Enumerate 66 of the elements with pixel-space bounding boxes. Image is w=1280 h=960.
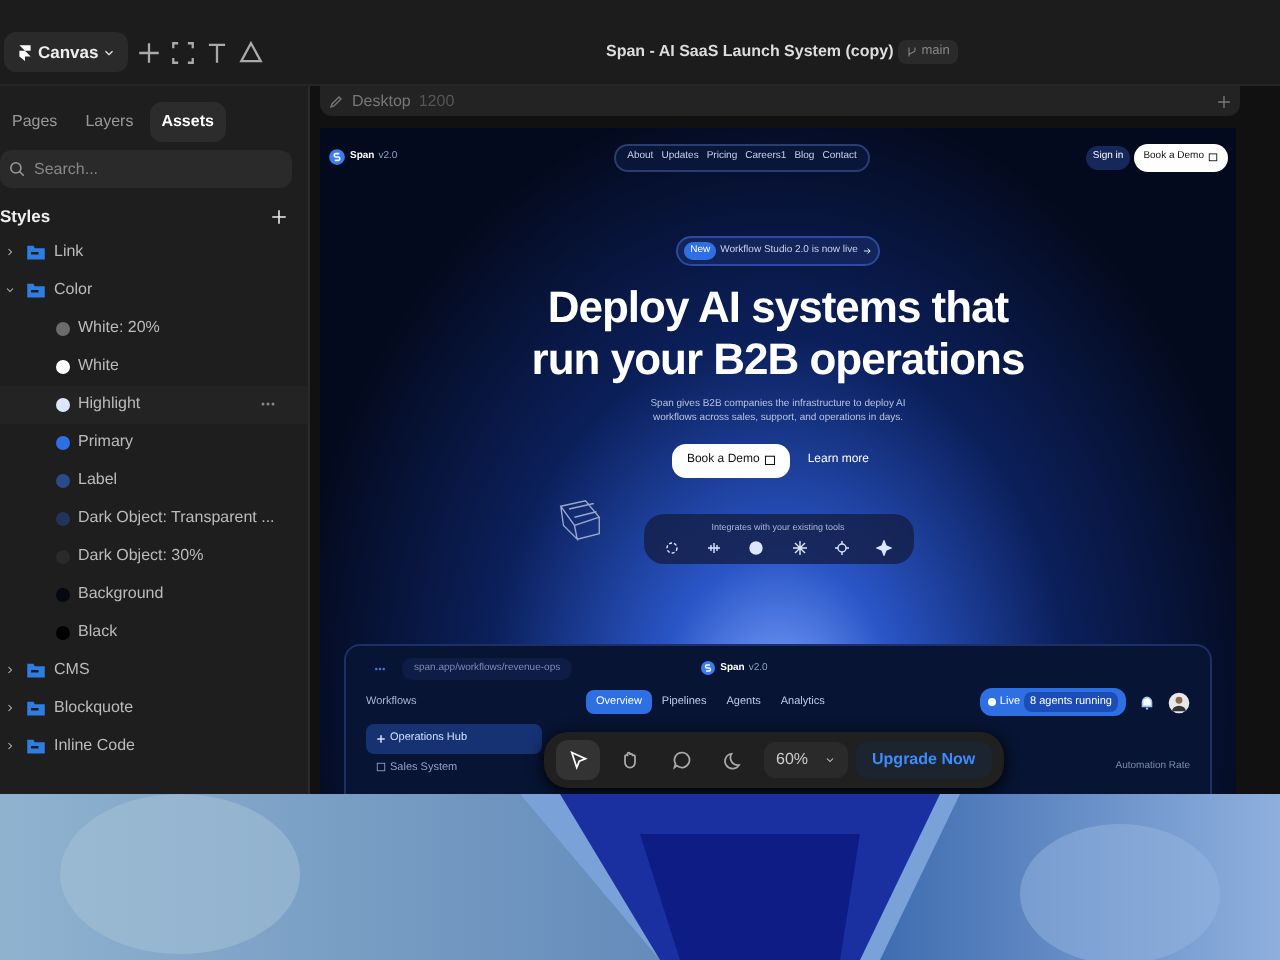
text-icon[interactable] (204, 39, 231, 65)
pointer-icon (568, 748, 588, 772)
panel-tab[interactable]: Layers (73, 102, 146, 142)
integration-logo-icon (748, 539, 765, 556)
folder-icon (26, 698, 46, 719)
color-style-item[interactable]: White: 20% (0, 309, 308, 348)
caret-icon (102, 45, 117, 59)
zoom-dropdown[interactable]: 60% (764, 742, 849, 778)
headline: Deploy AI systems that run your B2B operations (529, 282, 1027, 386)
tree-item[interactable]: Link (0, 233, 308, 272)
triangle-icon[interactable] (238, 39, 265, 65)
color-style-item[interactable]: Label (0, 461, 308, 500)
search-icon (8, 160, 26, 178)
tree-item[interactable]: Blockquote (0, 689, 308, 728)
tree-item[interactable]: CMS (0, 651, 308, 690)
plus-icon (376, 734, 386, 745)
folder-icon (26, 660, 46, 681)
color-style-item[interactable]: Dark Object: 30% (0, 537, 308, 576)
chevron-right-icon (4, 664, 16, 677)
chevron-down-icon (4, 284, 16, 297)
integration-logo-icon (705, 539, 722, 556)
logo-icon (16, 43, 34, 61)
comment-icon (672, 748, 692, 772)
integration-logo-icon (834, 539, 851, 556)
integration-logo-icon (791, 539, 808, 556)
chevron-right-icon (4, 702, 16, 715)
avatar-icon[interactable] (1168, 691, 1190, 714)
tree-item[interactable]: Inline Code (0, 727, 308, 766)
add-icon[interactable] (270, 207, 288, 226)
integration-logo-icon (663, 539, 679, 556)
caret-icon (824, 754, 837, 766)
add-breakpoint-icon[interactable] (1216, 93, 1232, 109)
logo-icon (328, 148, 346, 167)
section-title: Styles (0, 204, 51, 230)
panel-tab[interactable]: Pages (0, 102, 70, 142)
search-field[interactable]: Search... (0, 150, 292, 188)
color-style-item[interactable]: Dark Object: Transparent ... (0, 499, 308, 538)
project-menu[interactable]: Canvas (4, 31, 129, 73)
color-style-item[interactable]: Black (0, 613, 308, 652)
folder-icon (26, 736, 46, 757)
edit-icon[interactable] (328, 93, 344, 109)
frame-icon[interactable] (170, 39, 197, 65)
pointer-tool-button[interactable] (556, 740, 600, 780)
arrow-icon (861, 245, 872, 256)
logo-icon (700, 660, 717, 677)
folder-icon (26, 280, 46, 301)
color-style-item[interactable]: Background (0, 575, 308, 614)
chevron-right-icon (4, 740, 16, 753)
panel-tab[interactable]: Assets (149, 102, 226, 142)
branch-icon (905, 46, 918, 58)
frame-name[interactable]: Desktop (352, 89, 411, 113)
folder-icon (26, 242, 46, 263)
integration-logo-icon (876, 539, 893, 556)
live-dot (987, 698, 996, 707)
moon-icon (724, 748, 744, 772)
color-style-item[interactable]: White (0, 347, 308, 386)
project-title: Span - AI SaaS Launch System (copy) (606, 40, 894, 64)
plus-icon[interactable] (136, 39, 163, 65)
hand-icon (620, 748, 640, 772)
grid-icon (376, 762, 386, 773)
color-style-item[interactable]: Highlight (0, 385, 308, 424)
upgrade-button[interactable]: Upgrade Now (856, 742, 992, 778)
chevron-right-icon (4, 246, 16, 259)
tree-item[interactable]: Color (0, 271, 308, 310)
bell-icon[interactable] (1138, 693, 1156, 712)
color-style-item[interactable]: Primary (0, 423, 308, 462)
